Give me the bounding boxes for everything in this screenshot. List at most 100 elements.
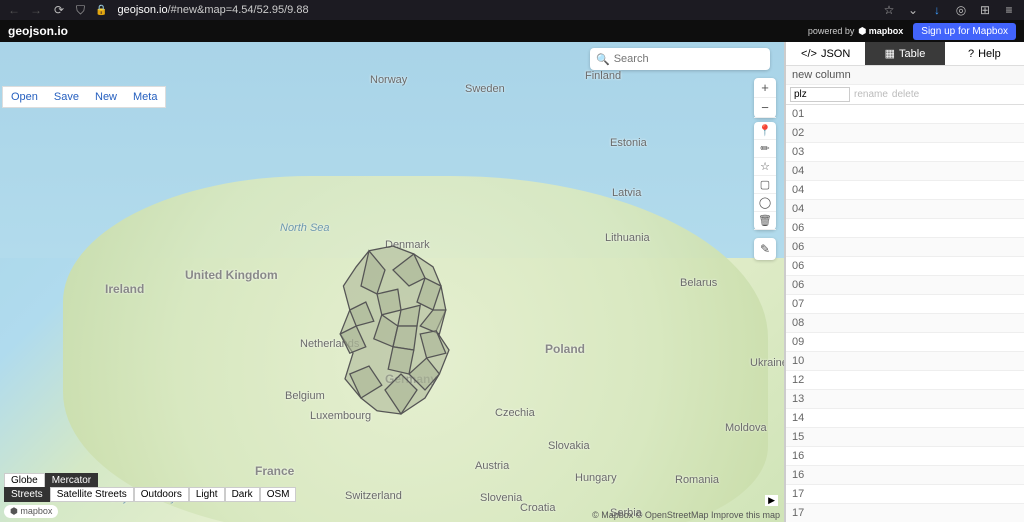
map-label: Sweden xyxy=(465,83,505,95)
expand-side-icon[interactable]: ▶ xyxy=(765,495,778,506)
menu-new[interactable]: New xyxy=(87,87,125,107)
signup-button[interactable]: Sign up for Mapbox xyxy=(913,23,1016,40)
line-tool[interactable]: ✏ xyxy=(754,140,776,158)
browser-toolbar: ← → ⟳ ⛉ 🔒 geojson.io/#new&map=4.54/52.95… xyxy=(0,0,1024,20)
table-row[interactable]: 04 xyxy=(786,181,1024,200)
polygon-tool[interactable]: ☆ xyxy=(754,158,776,176)
table-row[interactable]: 03 xyxy=(786,143,1024,162)
side-panel: </>JSON ▦Table ?Help new column rename d… xyxy=(784,42,1024,522)
map-label: Switzerland xyxy=(345,490,402,502)
search-icon: 🔍 xyxy=(596,53,610,66)
style-satellite-streets[interactable]: Satellite Streets xyxy=(50,487,134,502)
table-row[interactable]: 14 xyxy=(786,409,1024,428)
geojson-overlay[interactable] xyxy=(321,234,481,434)
map-label: Estonia xyxy=(610,137,647,149)
map-label: Czechia xyxy=(495,407,535,419)
table-row[interactable]: 16 xyxy=(786,447,1024,466)
zoom-in-button[interactable]: + xyxy=(754,78,776,98)
table-row[interactable]: 13 xyxy=(786,390,1024,409)
map-label: Latvia xyxy=(612,187,641,199)
table-row[interactable]: 17 xyxy=(786,485,1024,504)
map-label: Norway xyxy=(370,74,407,86)
tab-help[interactable]: ?Help xyxy=(945,42,1024,65)
menu-icon[interactable]: ≡ xyxy=(1002,3,1016,17)
menu-meta[interactable]: Meta xyxy=(125,87,165,107)
style-outdoors[interactable]: Outdoors xyxy=(134,487,189,502)
table-row[interactable]: 07 xyxy=(786,295,1024,314)
table-row[interactable]: 04 xyxy=(786,162,1024,181)
mapbox-logo[interactable]: ⬢ mapbox xyxy=(4,505,58,518)
style-switch: StreetsSatellite StreetsOutdoorsLightDar… xyxy=(4,487,296,502)
powered-by: powered by ⬢ mapbox xyxy=(808,26,903,37)
map-label: Ireland xyxy=(105,282,144,296)
map-label: Belgium xyxy=(285,390,325,402)
table-row[interactable]: 10 xyxy=(786,352,1024,371)
style-light[interactable]: Light xyxy=(189,487,225,502)
tab-table[interactable]: ▦Table xyxy=(865,42,944,65)
reload-icon[interactable]: ⟳ xyxy=(52,3,66,17)
table-row[interactable]: 09 xyxy=(786,333,1024,352)
table-row[interactable]: 06 xyxy=(786,257,1024,276)
table-row[interactable]: 06 xyxy=(786,276,1024,295)
map-label: Croatia xyxy=(520,502,555,514)
new-column-button[interactable]: new column xyxy=(786,66,1024,85)
map-search[interactable]: 🔍 xyxy=(590,48,770,70)
table-row[interactable]: 04 xyxy=(786,200,1024,219)
map-label: Moldova xyxy=(725,422,767,434)
table-row[interactable]: 12 xyxy=(786,371,1024,390)
map-label: Austria xyxy=(475,460,509,472)
attrib-mapbox[interactable]: © Mapbox xyxy=(592,510,633,520)
rename-column[interactable]: rename xyxy=(854,89,888,100)
proj-globe[interactable]: Globe xyxy=(4,473,45,488)
app-title: geojson.io xyxy=(8,24,68,38)
proj-mercator[interactable]: Mercator xyxy=(45,473,98,488)
column-name-input[interactable] xyxy=(790,87,850,102)
delete-column[interactable]: delete xyxy=(892,89,919,100)
edit-layer-button[interactable]: ✎ xyxy=(754,238,776,260)
attrib-osm[interactable]: © OpenStreetMap xyxy=(636,510,709,520)
tab-json[interactable]: </>JSON xyxy=(786,42,865,65)
style-streets[interactable]: Streets xyxy=(4,487,50,502)
help-icon: ? xyxy=(968,48,974,60)
shield-icon: ⛉ xyxy=(76,3,85,18)
table-row[interactable]: 08 xyxy=(786,314,1024,333)
projection-switch: GlobeMercator xyxy=(4,473,98,488)
style-dark[interactable]: Dark xyxy=(225,487,260,502)
menu-save[interactable]: Save xyxy=(46,87,87,107)
map-attribution: © Mapbox © OpenStreetMap Improve this ma… xyxy=(592,510,780,520)
draw-tools: 📍 ✏ ☆ ▢ ◯ 🗑 xyxy=(754,122,776,230)
map-label: Finland xyxy=(585,70,621,82)
table-row[interactable]: 15 xyxy=(786,428,1024,447)
file-menubar: OpenSaveNewMeta xyxy=(2,86,166,108)
table-row[interactable]: 02 xyxy=(786,124,1024,143)
rectangle-tool[interactable]: ▢ xyxy=(754,176,776,194)
table-row[interactable]: 06 xyxy=(786,219,1024,238)
attrib-improve[interactable]: Improve this map xyxy=(711,510,780,520)
table-row[interactable]: 17 xyxy=(786,504,1024,522)
trash-tool[interactable]: 🗑 xyxy=(754,212,776,230)
map-pane[interactable]: OpenSaveNewMeta 🔍 + − 📍 ✏ ☆ ▢ ◯ 🗑 ✎ Norw… xyxy=(0,42,784,522)
circle-tool[interactable]: ◯ xyxy=(754,194,776,212)
marker-tool[interactable]: 📍 xyxy=(754,122,776,140)
url-bar[interactable]: geojson.io/#new&map=4.54/52.95/9.88 xyxy=(117,4,872,16)
map-label: Slovenia xyxy=(480,492,522,504)
star-icon[interactable]: ☆ xyxy=(882,3,896,17)
table-row[interactable]: 16 xyxy=(786,466,1024,485)
map-label: Ukraine xyxy=(750,357,784,369)
table-row[interactable]: 01 xyxy=(786,105,1024,124)
data-rows: 0102030404040606060607080910121314151616… xyxy=(786,105,1024,522)
map-label: North Sea xyxy=(280,222,330,234)
search-input[interactable] xyxy=(614,53,764,65)
menu-open[interactable]: Open xyxy=(3,87,46,107)
extensions-icon[interactable]: ⊞ xyxy=(978,3,992,17)
map-label: Slovakia xyxy=(548,440,590,452)
zoom-out-button[interactable]: − xyxy=(754,98,776,118)
account-icon[interactable]: ◎ xyxy=(954,3,968,17)
save-pocket-icon[interactable]: ⌄ xyxy=(906,3,920,17)
style-osm[interactable]: OSM xyxy=(260,487,297,502)
map-label: United Kingdom xyxy=(185,268,278,282)
map-label: Hungary xyxy=(575,472,617,484)
download-icon[interactable]: ↓ xyxy=(930,3,944,17)
table-icon: ▦ xyxy=(885,47,895,60)
table-row[interactable]: 06 xyxy=(786,238,1024,257)
